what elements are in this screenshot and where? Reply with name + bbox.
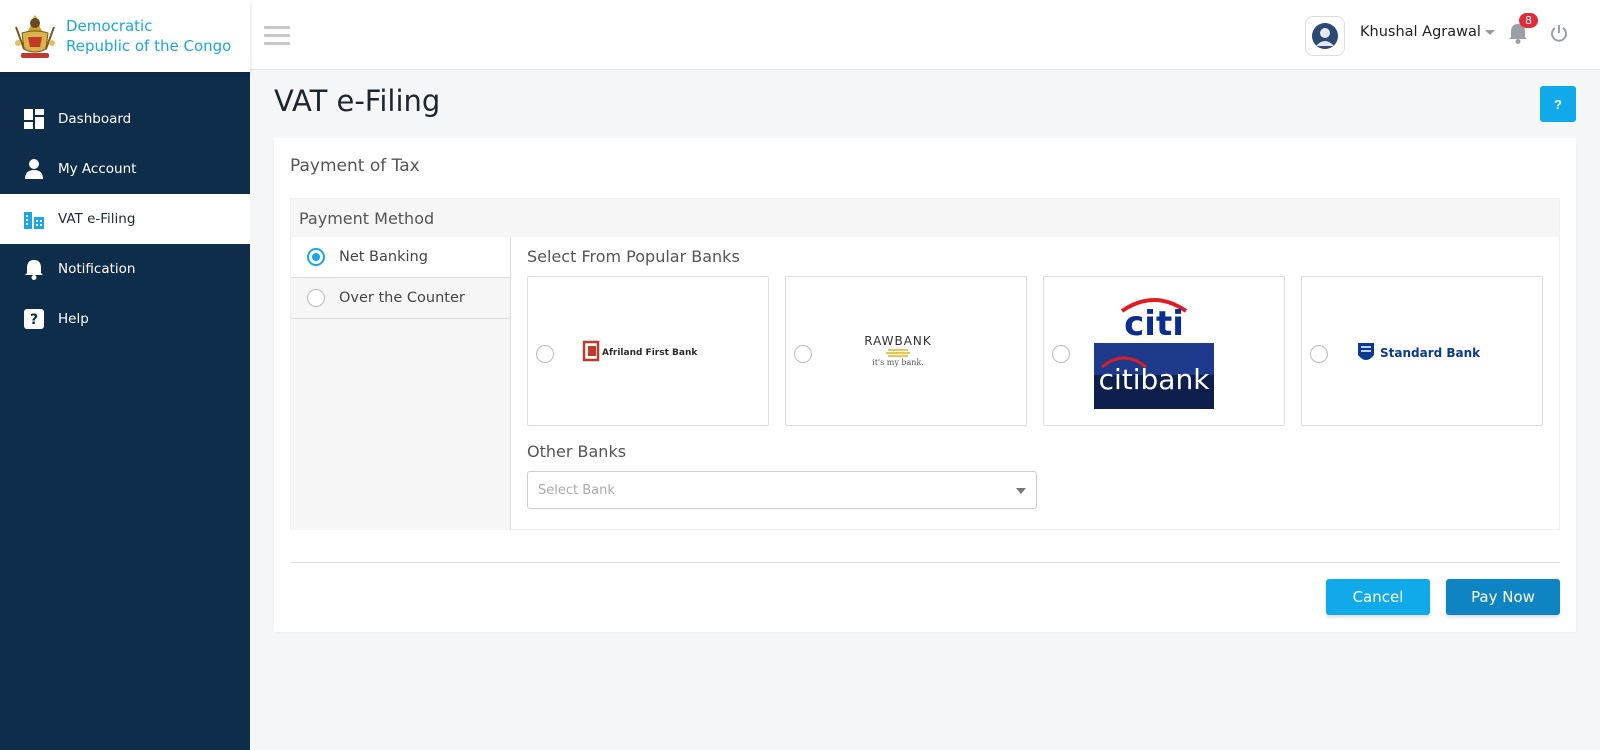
question-icon: ? bbox=[22, 307, 46, 331]
building-icon bbox=[22, 207, 46, 231]
bank-card-afriland[interactable]: Afriland First Bank bbox=[527, 276, 769, 426]
afriland-name: Afriland First Bank bbox=[602, 348, 698, 358]
rawbank-name: RAWBANK bbox=[864, 334, 932, 348]
user-avatar-icon bbox=[1312, 23, 1338, 49]
page-title: VAT e-Filing bbox=[274, 84, 441, 118]
user-icon bbox=[22, 157, 46, 181]
power-icon[interactable] bbox=[1550, 24, 1568, 46]
sidebar-item-label: Dashboard bbox=[58, 111, 132, 127]
bank-card-citibank[interactable]: citi citibank bbox=[1043, 276, 1285, 426]
sidebar-item-label: My Account bbox=[58, 161, 137, 177]
menu-toggle-icon[interactable] bbox=[264, 26, 290, 46]
sidebar-item-dashboard[interactable]: Dashboard bbox=[0, 94, 250, 144]
sidebar-item-label: Help bbox=[58, 311, 89, 327]
brand-line-1: Democratic bbox=[66, 17, 153, 35]
sidebar-item-notification[interactable]: Notification bbox=[0, 244, 250, 294]
divider bbox=[290, 562, 1560, 563]
bank-card-standard-bank[interactable]: Standard Bank bbox=[1301, 276, 1543, 426]
brand[interactable]: Democratic Republic of the Congo bbox=[0, 0, 250, 72]
avatar[interactable] bbox=[1305, 16, 1345, 56]
sidebar-item-label: Notification bbox=[58, 261, 136, 277]
rawbank-logo: RAWBANK it's my bank. bbox=[864, 334, 932, 367]
standard-bank-name: Standard Bank bbox=[1380, 346, 1481, 360]
tab-over-the-counter[interactable]: Over the Counter bbox=[291, 278, 510, 319]
brand-line-2: Republic of the Congo bbox=[66, 37, 232, 55]
payment-method-header: Payment Method bbox=[291, 199, 1559, 237]
chevron-down-icon bbox=[1016, 488, 1026, 494]
svg-text:?: ? bbox=[30, 312, 38, 328]
payment-card: Payment of Tax Payment Method Net Bankin… bbox=[274, 138, 1576, 632]
net-banking-radio[interactable] bbox=[307, 248, 325, 266]
card-title: Payment of Tax bbox=[290, 156, 420, 176]
sidebar-nav: Dashboard My Account VAT e-Filing Notifi… bbox=[0, 94, 250, 344]
tab-net-banking[interactable]: Net Banking bbox=[291, 237, 510, 278]
brand-name: Democratic Republic of the Congo bbox=[66, 16, 231, 56]
sidebar-item-help[interactable]: ? Help bbox=[0, 294, 250, 344]
sidebar-item-vat-e-filing[interactable]: VAT e-Filing bbox=[0, 194, 250, 244]
payment-method-tabs: Net Banking Over the Counter bbox=[291, 237, 511, 530]
over-the-counter-radio[interactable] bbox=[307, 289, 325, 307]
net-banking-body: Select From Popular Banks Afriland First… bbox=[527, 237, 1559, 529]
citibank-sub: citibank bbox=[1099, 363, 1211, 396]
select-placeholder: Select Bank bbox=[538, 483, 615, 498]
chevron-down-icon[interactable] bbox=[1485, 30, 1495, 35]
rawbank-tagline: it's my bank. bbox=[872, 358, 924, 367]
payment-method-panel: Payment Method Net Banking Over the Coun… bbox=[290, 198, 1560, 530]
tab-label: Net Banking bbox=[339, 249, 428, 265]
pay-now-button[interactable]: Pay Now bbox=[1446, 579, 1560, 615]
coat-of-arms-logo bbox=[15, 15, 55, 58]
cancel-button[interactable]: Cancel bbox=[1326, 579, 1430, 615]
sidebar-item-my-account[interactable]: My Account bbox=[0, 144, 250, 194]
other-bank-select[interactable]: Select Bank bbox=[527, 471, 1037, 509]
help-button[interactable]: ? bbox=[1540, 86, 1576, 122]
sidebar: Democratic Republic of the Congo Dashboa… bbox=[0, 0, 250, 750]
popular-banks-label: Select From Popular Banks bbox=[527, 247, 740, 266]
user-name[interactable]: Khushal Agrawal bbox=[1360, 24, 1481, 40]
citibank-logo: citi citibank bbox=[1094, 298, 1214, 409]
bank-radio[interactable] bbox=[536, 345, 554, 363]
other-banks-label: Other Banks bbox=[527, 442, 627, 461]
topbar: Khushal Agrawal 8 bbox=[250, 0, 1600, 70]
bank-card-rawbank[interactable]: RAWBANK it's my bank. bbox=[785, 276, 1027, 426]
sidebar-item-label: VAT e-Filing bbox=[58, 211, 136, 227]
bank-radio[interactable] bbox=[794, 345, 812, 363]
dashboard-icon bbox=[22, 107, 46, 131]
notification-badge: 8 bbox=[1519, 13, 1538, 28]
bank-radio[interactable] bbox=[1052, 345, 1070, 363]
bank-radio[interactable] bbox=[1310, 345, 1328, 363]
tab-label: Over the Counter bbox=[339, 290, 465, 306]
afriland-logo: Afriland First Bank bbox=[582, 340, 698, 362]
standard-bank-logo: Standard Bank bbox=[1358, 343, 1481, 360]
citi-name: citi bbox=[1124, 304, 1184, 344]
bell-icon bbox=[22, 257, 46, 281]
